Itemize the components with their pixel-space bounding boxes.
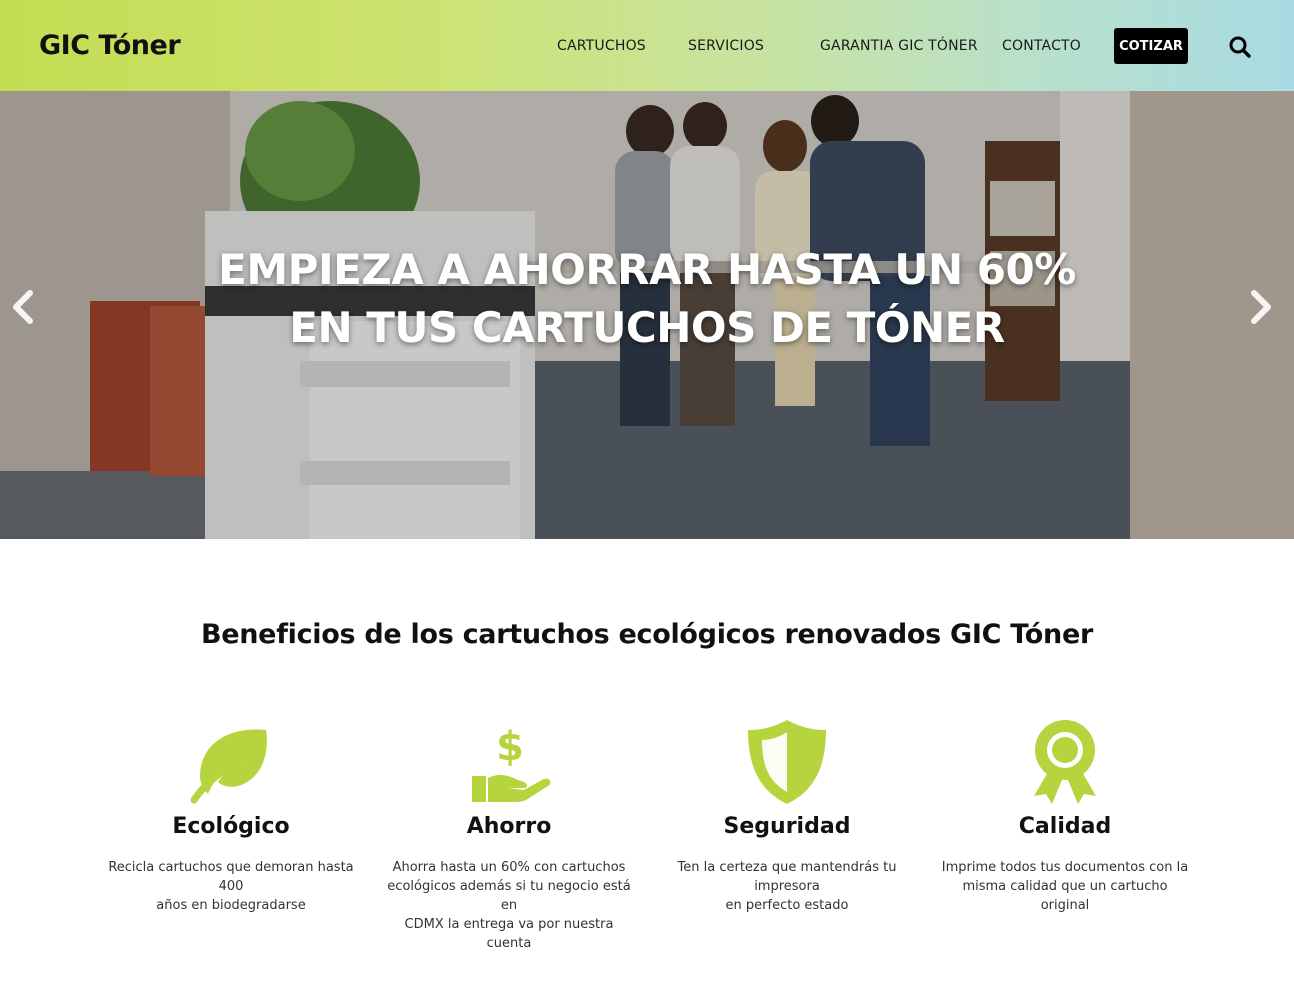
shield-icon [748, 720, 826, 804]
benefit-description: Recicla cartuchos que demoran hasta 400 … [106, 858, 356, 915]
site-header: GIC Tóner CARTUCHOS SERVICIOS GARANTIA G… [0, 0, 1294, 91]
nav-servicios[interactable]: SERVICIOS [688, 38, 764, 54]
benefit-desc-line: años en biodegradarse [156, 898, 306, 913]
benefit-seguridad: Seguridad Ten la certeza que mantendrás … [662, 716, 912, 913]
benefit-description: Ahorra hasta un 60% con cartuchos ecológ… [384, 858, 634, 953]
benefit-ecologico: Ecológico Recicla cartuchos que demoran … [106, 716, 356, 913]
leaf-icon [190, 729, 267, 804]
benefit-desc-line: misma calidad que un cartucho original [962, 879, 1168, 913]
benefit-title: Ecológico [172, 814, 290, 839]
benefit-title: Ahorro [466, 814, 552, 839]
hero-title-line2: EN TUS CARTUCHOS DE TÓNER [289, 303, 1005, 352]
nav-cartuchos[interactable]: CARTUCHOS [557, 38, 646, 54]
benefit-calidad: Calidad Imprime todos tus documentos con… [940, 716, 1190, 913]
benefits-heading: Beneficios de los cartuchos ecológicos r… [200, 619, 1094, 650]
hero-title-line1: EMPIEZA A AHORRAR HASTA UN 60% [218, 245, 1076, 294]
benefit-desc-line: Recicla cartuchos que demoran hasta 400 [108, 860, 354, 894]
benefit-desc-line: CDMX la entrega va por nuestra cuenta [404, 917, 614, 951]
chevron-left-icon[interactable] [8, 287, 38, 327]
hero-carousel: EMPIEZA A AHORRAR HASTA UN 60% EN TUS CA… [0, 91, 1294, 539]
benefit-title: Seguridad [723, 814, 851, 839]
benefit-desc-line: Imprime todos tus documentos con la [941, 860, 1189, 875]
svg-text:$: $ [496, 724, 524, 770]
nav-contacto[interactable]: CONTACTO [1002, 38, 1081, 54]
award-ribbon-icon [1034, 720, 1096, 804]
benefit-description: Ten la certeza que mantendrás tu impreso… [662, 858, 912, 915]
search-icon[interactable] [1228, 35, 1252, 59]
benefit-desc-line: Ahorra hasta un 60% con cartuchos [392, 860, 626, 875]
site-logo[interactable]: GIC Tóner [39, 30, 181, 61]
benefit-title: Calidad [1018, 814, 1112, 839]
benefit-desc-line: ecológicos además si tu negocio está en [387, 879, 631, 913]
nav-garantia[interactable]: GARANTIA GIC TÓNER [820, 38, 978, 54]
money-hand-icon: $ [472, 724, 551, 802]
cotizar-button[interactable]: COTIZAR [1114, 28, 1188, 64]
benefit-ahorro: $ Ahorro Ahorra hasta un 60% con cartuch… [384, 716, 634, 951]
benefit-desc-line: Ten la certeza que mantendrás tu impreso… [677, 860, 897, 894]
chevron-right-icon[interactable] [1246, 287, 1276, 327]
benefit-desc-line: en perfecto estado [725, 898, 849, 913]
benefit-description: Imprime todos tus documentos con la mism… [940, 858, 1190, 915]
